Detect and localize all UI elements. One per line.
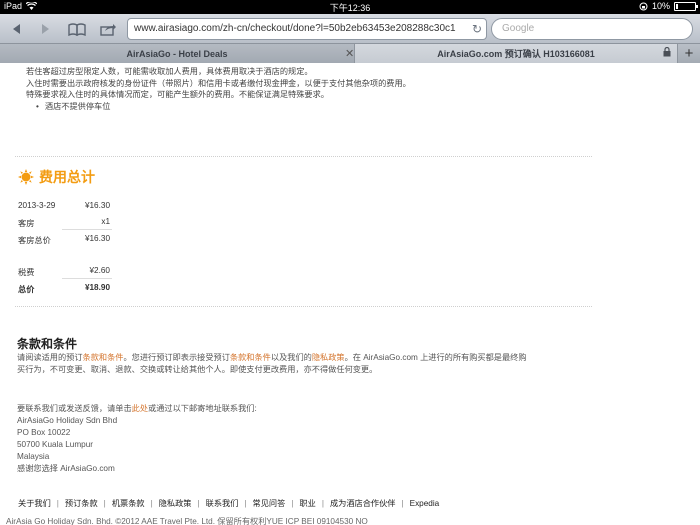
- footer-link-expedia[interactable]: Expedia: [410, 499, 440, 508]
- fee-separator: [62, 278, 112, 279]
- contact-link[interactable]: 此处: [132, 404, 148, 413]
- policy-bullet: 酒店不提供停车位: [36, 101, 411, 113]
- terms-title: 条款和条件: [17, 337, 78, 351]
- terms-text-part: 请阅读适用的预订: [17, 353, 83, 362]
- contact-text: 或通过以下邮寄地址联系我们:: [148, 404, 257, 413]
- footer-link-booking-terms[interactable]: 预订条款: [65, 497, 98, 509]
- footer-nav: 关于我们 | 预订条款 | 机票条款 | 隐私政策 | 联系我们 | 常见问答 | 职业 | …: [18, 497, 440, 509]
- terms-text-part: 。在 AirAsiaGo.com 上进行的所有购买都是最终购: [344, 353, 527, 362]
- orientation-lock-icon: [639, 2, 648, 10]
- address-line: PO Box 10022: [17, 428, 71, 437]
- fee-label: 税费: [18, 268, 35, 277]
- tab-label: AirAsiaGo.com 预订确认 H103166081: [437, 49, 595, 59]
- terms-link[interactable]: 条款和条件: [83, 353, 124, 362]
- sun-icon: [18, 169, 34, 185]
- lock-icon: [663, 47, 671, 57]
- url-field[interactable]: www.airasiago.com/zh-cn/checkout/done?l=…: [127, 18, 487, 40]
- footer-link-about[interactable]: 关于我们: [18, 497, 51, 509]
- forward-button[interactable]: [38, 19, 54, 39]
- clock: 下午12:36: [329, 3, 371, 13]
- terms-text: 请阅读适用的预订条款和条件。您进行预订即表示接受预订条款和条件以及我们的隐私政策…: [17, 352, 587, 376]
- footer-link-faq[interactable]: 常见问答: [253, 497, 286, 509]
- new-tab-button[interactable]: +: [677, 44, 700, 63]
- section-divider: [15, 156, 592, 157]
- battery-icon: [674, 1, 698, 11]
- fee-total-amount: ¥18.90: [84, 283, 110, 292]
- terms-text-part: 。您进行预订即表示接受预订: [123, 353, 230, 362]
- fee-row: 税费 ¥2.60: [18, 266, 110, 278]
- reload-icon[interactable]: ↻: [472, 22, 482, 36]
- tab-hotel-deals[interactable]: AirAsiaGo - Hotel Deals: [0, 44, 355, 63]
- plus-icon: +: [684, 45, 694, 62]
- fee-amount: x1: [101, 217, 110, 226]
- terms-link[interactable]: 条款和条件: [230, 353, 271, 362]
- forward-arrow-icon: [42, 24, 49, 34]
- fee-label: 客房: [18, 219, 35, 228]
- share-icon: [100, 23, 116, 36]
- footer-link-privacy[interactable]: 隐私政策: [159, 497, 192, 509]
- back-button[interactable]: [8, 19, 24, 39]
- bookmarks-icon: [68, 22, 86, 36]
- fee-amount: ¥16.30: [84, 201, 110, 210]
- tab-booking-confirmation[interactable]: AirAsiaGo.com 预订确认 H103166081: [355, 44, 677, 63]
- fee-row: 客房 x1: [18, 217, 110, 229]
- address-line: Malaysia: [17, 452, 50, 461]
- search-placeholder: Google: [502, 23, 535, 34]
- fee-label: 客房总价: [18, 236, 51, 245]
- fee-separator: [62, 229, 112, 230]
- footer-link-contact[interactable]: 联系我们: [206, 497, 239, 509]
- tab-label: AirAsiaGo - Hotel Deals: [126, 48, 228, 59]
- status-bar: iPad 下午12:36 10%: [0, 0, 700, 14]
- address-line: 50700 Kuala Lumpur: [17, 440, 94, 449]
- contact-section: 要联系我们或发送反馈，请单击此处或通过以下邮寄地址联系我们: AirAsiaGo…: [17, 403, 257, 475]
- bookmarks-button[interactable]: [66, 19, 88, 39]
- fee-row: 客房总价 ¥16.30: [18, 234, 110, 246]
- url-text: www.airasiago.com/zh-cn/checkout/done?l=…: [134, 23, 456, 34]
- footer-link-careers[interactable]: 职业: [299, 497, 315, 509]
- browser-toolbar: www.airasiago.com/zh-cn/checkout/done?l=…: [0, 14, 700, 44]
- fee-total-row: 总价 ¥18.90: [18, 283, 110, 295]
- fee-summary-heading: 费用总计: [18, 167, 95, 187]
- tab-bar: AirAsiaGo - Hotel Deals ✕ AirAsiaGo.com …: [0, 44, 700, 63]
- terms-line: 请阅读适用的预订条款和条件。您进行预订即表示接受预订条款和条件以及我们的隐私政策…: [17, 352, 587, 364]
- policy-line: 若住客超过房型限定人数，可能需收取加人费用，具体费用取决于酒店的规定。: [26, 67, 313, 76]
- fee-row: 2013-3-29 ¥16.30: [18, 201, 110, 210]
- fee-label: 总价: [18, 285, 35, 294]
- thanks-line: 感谢您选择 AirAsiaGo.com: [17, 464, 115, 473]
- footer-link-flight-terms[interactable]: 机票条款: [112, 497, 145, 509]
- hotel-policy-notes: 若住客超过房型限定人数，可能需收取加人费用，具体费用取决于酒店的规定。 入住时需…: [26, 66, 411, 112]
- terms-line: 买行为，不可变更、取消、退款、交换或转让给其他个人。即使支付更改费用，亦不得做任…: [17, 365, 378, 374]
- page-content: 若住客超过房型限定人数，可能需收取加人费用，具体费用取决于酒店的规定。 入住时需…: [0, 63, 700, 525]
- fee-amount: ¥16.30: [84, 234, 110, 243]
- fee-label: 2013-3-29: [18, 201, 56, 210]
- contact-text: 要联系我们或发送反馈，请单击: [17, 404, 132, 413]
- privacy-link[interactable]: 隐私政策: [312, 353, 345, 362]
- footer-link-hotel-partner[interactable]: 成为酒店合作伙伴: [330, 497, 396, 509]
- fee-amount: ¥2.60: [89, 266, 111, 275]
- policy-line: 特殊要求视入住时的具体情况而定，可能产生额外的费用。不能保证满足特殊要求。: [26, 90, 329, 99]
- back-arrow-icon: [13, 24, 20, 34]
- share-button[interactable]: [99, 19, 117, 39]
- battery-percent: 10%: [651, 1, 670, 11]
- contact-intro: 要联系我们或发送反馈，请单击此处或通过以下邮寄地址联系我们:: [17, 403, 257, 415]
- search-field[interactable]: Google: [491, 18, 693, 40]
- section-divider: [15, 306, 592, 307]
- copyright: AirAsia Go Holiday Sdn. Bhd. ©2012 AAE T…: [6, 517, 368, 525]
- terms-text-part: 以及我们的: [270, 353, 312, 362]
- close-tab-icon[interactable]: ✕: [345, 47, 354, 60]
- address-line: AirAsiaGo Holiday Sdn Bhd: [17, 416, 118, 425]
- policy-line: 入住时需要出示政府核发的身份证件（带照片）和信用卡或者缴付现金押金，以便于支付其…: [26, 78, 411, 88]
- fee-heading-text: 费用总计: [39, 169, 95, 185]
